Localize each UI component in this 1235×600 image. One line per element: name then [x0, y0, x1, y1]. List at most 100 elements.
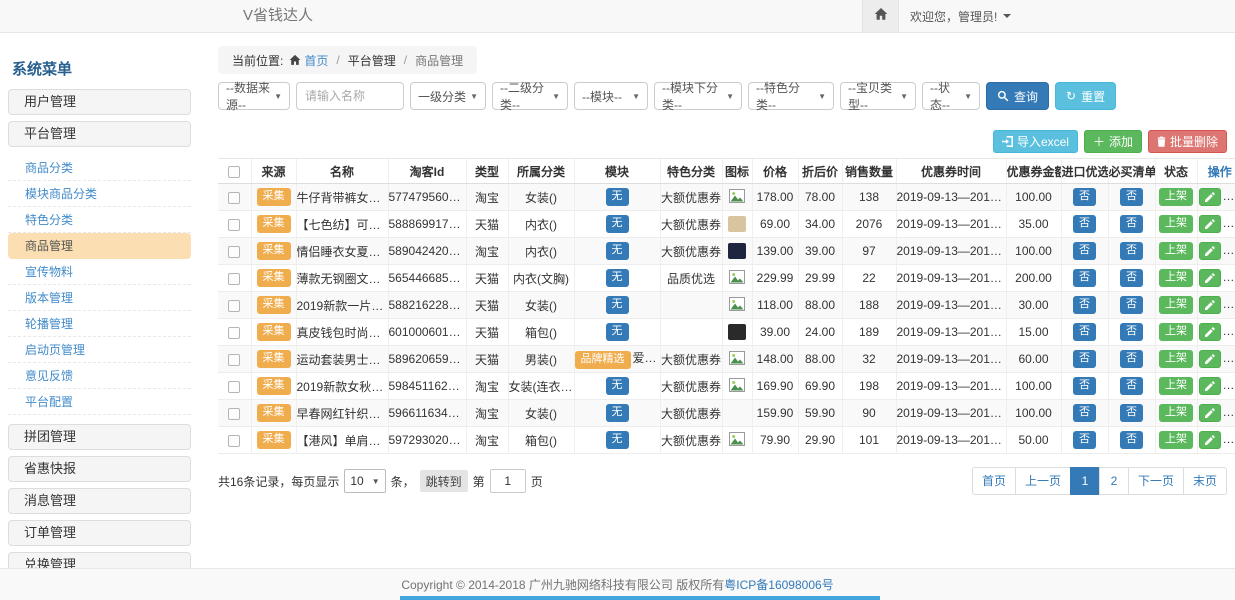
type-cell: 淘宝	[466, 400, 508, 427]
edit-button[interactable]	[1199, 296, 1221, 314]
row-checkbox[interactable]	[228, 435, 240, 447]
pager-page-1[interactable]: 1	[1070, 467, 1100, 495]
row-checkbox[interactable]	[228, 327, 240, 339]
sidebar-item-platform-config[interactable]: 平台配置	[8, 389, 191, 415]
must-buy-toggle[interactable]: 否	[1120, 431, 1143, 449]
add-button[interactable]: ＋ 添加	[1084, 130, 1142, 153]
sidebar-item-module-goods-category[interactable]: 模块商品分类	[8, 181, 191, 207]
import-excel-button[interactable]: 导入excel	[993, 130, 1078, 153]
import-choice-toggle[interactable]: 否	[1073, 404, 1096, 422]
import-choice-toggle[interactable]: 否	[1073, 350, 1096, 368]
row-checkbox[interactable]	[228, 381, 240, 393]
jump-button[interactable]: 跳转到	[420, 470, 468, 492]
filter-select-data-source[interactable]: --数据来源--▼	[218, 82, 290, 110]
icp-link[interactable]: 粤ICP备16098006号	[724, 576, 833, 593]
edit-button[interactable]	[1199, 431, 1221, 449]
row-checkbox[interactable]	[228, 273, 240, 285]
sidebar-item-message-mgmt[interactable]: 消息管理	[8, 488, 191, 514]
sidebar-item-splash-page-mgmt[interactable]: 启动页管理	[8, 337, 191, 363]
row-checkbox[interactable]	[228, 246, 240, 258]
filter-select-module[interactable]: --模块--▼	[574, 82, 648, 110]
row-checkbox[interactable]	[228, 408, 240, 420]
sidebar-item-saving-news[interactable]: 省惠快报	[8, 456, 191, 482]
jump-page-input[interactable]	[490, 469, 526, 493]
sidebar-item-carousel-mgmt[interactable]: 轮播管理	[8, 311, 191, 337]
status-badge[interactable]: 上架	[1159, 296, 1193, 314]
status-badge[interactable]: 上架	[1159, 188, 1193, 206]
status-badge[interactable]: 上架	[1159, 404, 1193, 422]
edit-button[interactable]	[1199, 215, 1221, 233]
status-badge[interactable]: 上架	[1159, 269, 1193, 287]
edit-button[interactable]	[1199, 269, 1221, 287]
sidebar-item-feedback[interactable]: 意见反馈	[8, 363, 191, 389]
search-button[interactable]: 查询	[986, 82, 1049, 110]
sidebar-item-user-mgmt[interactable]: 用户管理	[8, 89, 191, 115]
filter-select-category-l1[interactable]: 一级分类▼	[410, 82, 486, 110]
status-badge[interactable]: 上架	[1159, 350, 1193, 368]
filter-select-category-l2[interactable]: --二级分类--▼	[492, 82, 568, 110]
table-row: 采集2019新款女秋薄款...598451162391淘宝女装(连衣裙)无大额优…	[218, 373, 1235, 400]
must-buy-toggle[interactable]: 否	[1120, 242, 1143, 260]
pager-first[interactable]: 首页	[972, 467, 1016, 495]
import-choice-toggle[interactable]: 否	[1073, 431, 1096, 449]
edit-button[interactable]	[1199, 377, 1221, 395]
must-buy-toggle[interactable]: 否	[1120, 404, 1143, 422]
must-buy-toggle[interactable]: 否	[1120, 377, 1143, 395]
edit-button[interactable]	[1199, 323, 1221, 341]
sidebar-item-version-mgmt[interactable]: 版本管理	[8, 285, 191, 311]
pager-next[interactable]: 下一页	[1128, 467, 1184, 495]
breadcrumb-home-link[interactable]: 首页	[289, 52, 328, 69]
sidebar-item-feature-category[interactable]: 特色分类	[8, 207, 191, 233]
must-buy-toggle[interactable]: 否	[1120, 269, 1143, 287]
sidebar-item-group-buy-mgmt[interactable]: 拼团管理	[8, 424, 191, 450]
status-badge[interactable]: 上架	[1159, 377, 1193, 395]
status-badge[interactable]: 上架	[1159, 431, 1193, 449]
select-all-checkbox[interactable]	[228, 166, 240, 178]
import-choice-toggle[interactable]: 否	[1073, 377, 1096, 395]
per-page-select[interactable]: 10▼	[344, 469, 385, 493]
reset-button[interactable]: ↻ 重置	[1055, 82, 1116, 110]
must-buy-toggle[interactable]: 否	[1120, 323, 1143, 341]
sidebar-item-platform-mgmt[interactable]: 平台管理	[8, 121, 191, 147]
import-choice-toggle[interactable]: 否	[1073, 188, 1096, 206]
status-badge[interactable]: 上架	[1159, 242, 1193, 260]
row-checkbox[interactable]	[228, 219, 240, 231]
import-choice-toggle[interactable]: 否	[1073, 323, 1096, 341]
filter-select-module-sub[interactable]: --模块下分类--▼	[654, 82, 742, 110]
import-choice-toggle[interactable]: 否	[1073, 215, 1096, 233]
filter-select-status[interactable]: --状态--▼	[922, 82, 980, 110]
pager-last[interactable]: 末页	[1183, 467, 1227, 495]
filter-select-item-type[interactable]: --宝贝类型--▼	[840, 82, 916, 110]
sidebar-item-goods-mgmt[interactable]: 商品管理	[8, 233, 191, 259]
pager-page-2[interactable]: 2	[1099, 467, 1129, 495]
must-buy-toggle[interactable]: 否	[1120, 188, 1143, 206]
edit-button[interactable]	[1199, 404, 1221, 422]
edit-button[interactable]	[1199, 350, 1221, 368]
sidebar-item-order-mgmt[interactable]: 订单管理	[8, 520, 191, 546]
import-choice-toggle[interactable]: 否	[1073, 296, 1096, 314]
status-badge[interactable]: 上架	[1159, 323, 1193, 341]
filter-select-feature[interactable]: --特色分类--▼	[748, 82, 834, 110]
taoke-id-cell: 597293020870	[388, 427, 466, 454]
sidebar-item-goods-category[interactable]: 商品分类	[8, 155, 191, 181]
import-choice-toggle[interactable]: 否	[1073, 269, 1096, 287]
must-buy-toggle[interactable]: 否	[1120, 296, 1143, 314]
batch-delete-button[interactable]: 批量删除	[1148, 130, 1227, 153]
coupon-amount-cell: 50.00	[1006, 427, 1061, 454]
row-checkbox[interactable]	[228, 192, 240, 204]
status-badge[interactable]: 上架	[1159, 215, 1193, 233]
bottom-progress-bar	[400, 596, 880, 600]
edit-button[interactable]	[1199, 188, 1221, 206]
filter-input-name[interactable]	[296, 82, 404, 110]
row-checkbox[interactable]	[228, 354, 240, 366]
home-button[interactable]	[862, 0, 899, 32]
sidebar-item-promo-material[interactable]: 宣传物料	[8, 259, 191, 285]
pager-prev[interactable]: 上一页	[1015, 467, 1071, 495]
discount-price-cell: 59.90	[798, 400, 842, 427]
must-buy-toggle[interactable]: 否	[1120, 215, 1143, 233]
must-buy-toggle[interactable]: 否	[1120, 350, 1143, 368]
user-menu[interactable]: 欢迎您，管理员!	[910, 0, 1011, 32]
edit-button[interactable]	[1199, 242, 1221, 260]
import-choice-toggle[interactable]: 否	[1073, 242, 1096, 260]
row-checkbox[interactable]	[228, 300, 240, 312]
